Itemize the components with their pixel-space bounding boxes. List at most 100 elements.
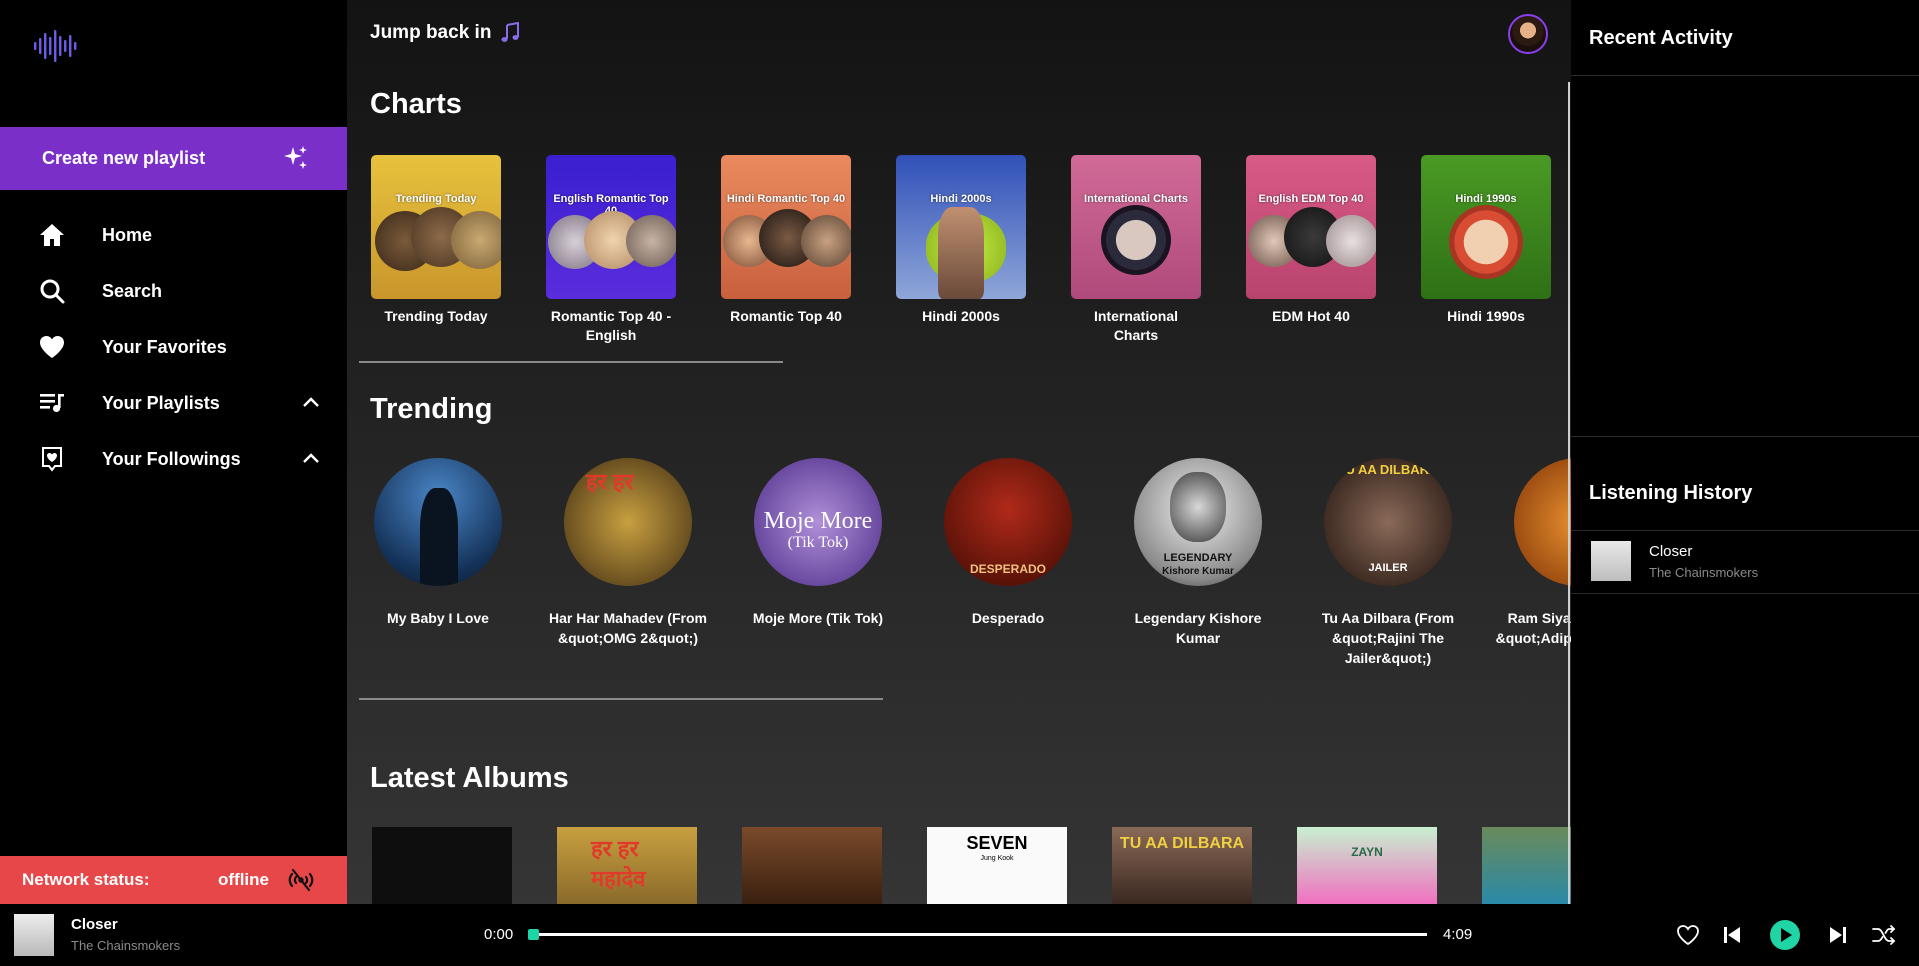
chart-tag: Hindi Romantic Top 40	[726, 193, 846, 205]
right-panel: Recent Activity Listening History Closer…	[1571, 0, 1919, 904]
album-card[interactable]: हर हर महादेव	[557, 827, 697, 904]
jump-back-title: Jump back in	[370, 22, 492, 43]
album-art-text: हर हर महादेव	[591, 836, 646, 891]
chart-artwork: Hindi 2000s	[896, 155, 1026, 299]
following-icon	[38, 445, 66, 473]
panel-divider	[1568, 82, 1570, 904]
latest-albums-title: Latest Albums	[370, 762, 569, 794]
trending-artwork: DESPERADO	[944, 458, 1072, 586]
chart-card[interactable]: Hindi 1990s Hindi 1990s	[1421, 155, 1551, 326]
album-card[interactable]: ZAYN	[1297, 827, 1437, 904]
search-icon	[38, 277, 66, 305]
create-playlist-label: Create new playlist	[42, 148, 206, 168]
album-card[interactable]: SEVEN Jung Kook	[927, 827, 1067, 904]
network-status-label: Network status:	[22, 870, 150, 889]
chart-artwork: Hindi Romantic Top 40	[721, 155, 851, 299]
progress-handle[interactable]	[527, 929, 539, 940]
chart-tag: English EDM Top 40	[1258, 193, 1364, 205]
trending-artwork: LEGENDARY Kishore Kumar	[1134, 458, 1262, 586]
trending-caption: Har Har Mahadev (From &quot;OMG 2&quot;)	[549, 610, 707, 646]
history-item-title: Closer	[1649, 543, 1693, 560]
like-button[interactable]	[1675, 922, 1701, 948]
trending-art-text: हर हर	[586, 469, 634, 494]
chart-card[interactable]: English Romantic Top 40 Romantic Top 40 …	[546, 155, 676, 345]
trending-artwork	[374, 458, 502, 586]
listening-history-title: Listening History	[1589, 482, 1753, 504]
recent-activity-title: Recent Activity	[1589, 27, 1733, 49]
chart-tag: Trending Today	[395, 193, 477, 205]
divider	[1571, 593, 1919, 594]
chart-card[interactable]: English EDM Top 40 EDM Hot 40	[1246, 155, 1376, 326]
chart-artwork: International Charts	[1071, 155, 1201, 299]
history-item[interactable]: Closer The Chainsmokers	[1571, 531, 1919, 593]
sidebar-item-followings[interactable]: Your Followings	[0, 437, 347, 481]
trending-card[interactable]: DESPERADO Desperado	[923, 458, 1093, 628]
chart-caption: Trending Today	[384, 308, 488, 324]
chart-tag: Hindi 1990s	[1455, 193, 1517, 205]
chart-caption: Hindi 2000s	[922, 308, 1000, 324]
chart-artwork: Trending Today	[371, 155, 501, 299]
sidebar-item-playlists[interactable]: Your Playlists	[0, 381, 347, 425]
history-item-thumbnail	[1591, 541, 1631, 581]
trending-caption: My Baby I Love	[387, 610, 489, 626]
sidebar-item-favorites[interactable]: Your Favorites	[0, 325, 347, 369]
chart-caption: Hindi 1990s	[1447, 308, 1525, 324]
chevron-up-icon[interactable]	[300, 392, 322, 414]
trending-card[interactable]: Moje More (Tik Tok) Moje More (Tik Tok)	[733, 458, 903, 628]
network-status-value: offline	[218, 870, 269, 889]
chart-tag: Hindi 2000s	[930, 193, 992, 205]
chart-card[interactable]: Hindi Romantic Top 40 Romantic Top 40	[721, 155, 851, 326]
app-logo[interactable]	[32, 28, 80, 64]
trending-card[interactable]: My Baby I Love	[353, 458, 523, 628]
album-art-text: TU AA DILBARA	[1119, 835, 1245, 852]
home-icon	[38, 221, 66, 249]
chevron-up-icon[interactable]	[300, 448, 322, 470]
trending-card[interactable]: LEGENDARY Kishore Kumar Legendary Kishor…	[1113, 458, 1283, 648]
duration: 4:09	[1443, 926, 1473, 943]
now-playing-thumbnail[interactable]	[14, 914, 54, 956]
trending-artwork: TU AA DILBARA JAILER	[1324, 458, 1452, 586]
history-item-artist: The Chainsmokers	[1649, 565, 1759, 580]
album-art-subtext: Jung Kook	[980, 855, 1014, 862]
trending-card[interactable]: TU AA DILBARA JAILER Tu Aa Dilbara (From…	[1303, 458, 1473, 668]
progress-track[interactable]	[533, 933, 1427, 936]
next-button[interactable]	[1825, 922, 1851, 948]
sidebar: Create new playlist Home Search Your Fav…	[0, 0, 347, 904]
trending-art-text: LEGENDARY	[1163, 552, 1233, 564]
sidebar-item-label: Home	[102, 224, 153, 245]
trending-art-text: TU AA DILBARA	[1337, 462, 1439, 477]
trending-art-subtext: (Tik Tok)	[787, 534, 849, 551]
chart-card[interactable]: Trending Today Trending Today	[371, 155, 501, 326]
album-card[interactable]: TU AA DILBARA	[1112, 827, 1252, 904]
shuffle-button[interactable]	[1871, 922, 1897, 948]
playlist-icon	[38, 389, 66, 417]
album-card[interactable]	[1482, 827, 1571, 904]
play-button[interactable]	[1769, 919, 1801, 951]
album-card[interactable]	[742, 827, 882, 904]
network-status-bar: Network status: offline	[0, 856, 347, 904]
trending-card[interactable]: हर हर Har Har Mahadev (From &quot;OMG 2&…	[543, 458, 713, 648]
wifi-off-icon	[288, 868, 314, 892]
chart-caption: International Charts	[1093, 308, 1178, 343]
previous-button[interactable]	[1719, 922, 1745, 948]
create-playlist-button[interactable]: Create new playlist	[0, 127, 347, 190]
sparkle-icon	[283, 145, 309, 171]
trending-caption: Desperado	[971, 610, 1045, 626]
divider	[1571, 75, 1919, 76]
section-divider	[359, 361, 783, 363]
trending-art-subtext: Kishore Kumar	[1162, 566, 1234, 577]
album-art-text: ZAYN	[1351, 845, 1383, 859]
sidebar-item-label: Search	[102, 280, 163, 301]
sidebar-item-home[interactable]: Home	[0, 213, 347, 257]
chart-caption: Romantic Top 40 - English	[550, 308, 672, 343]
album-card[interactable]	[372, 827, 512, 904]
user-avatar[interactable]	[1508, 14, 1548, 54]
sidebar-item-search[interactable]: Search	[0, 269, 347, 313]
trending-artwork: Moje More (Tik Tok)	[754, 458, 882, 586]
chart-card[interactable]: Hindi 2000s Hindi 2000s	[896, 155, 1026, 326]
trending-card[interactable]: Ram Siya Ram (From &quot;Adipurush&quot;…	[1493, 458, 1571, 648]
chart-card[interactable]: International Charts International Chart…	[1071, 155, 1201, 345]
divider	[1571, 436, 1919, 437]
charts-title: Charts	[370, 88, 462, 120]
chart-artwork: English Romantic Top 40	[546, 155, 676, 299]
